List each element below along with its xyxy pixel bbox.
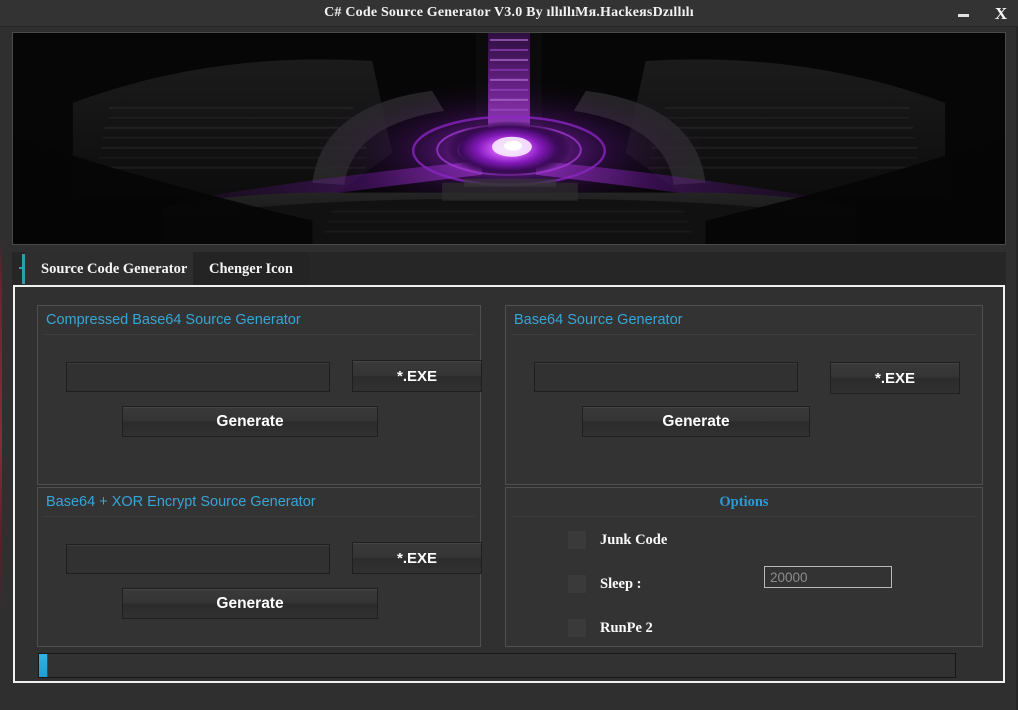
compressed-base64-browse-exe-button[interactable]: *.EXE [352, 360, 482, 392]
group-base64-xor: Base64 + XOR Encrypt Source Generator *.… [37, 487, 482, 647]
base64-xor-generate-label: Generate [216, 594, 284, 612]
tab-source-code-generator[interactable]: Source Code Generator [25, 252, 204, 286]
option-junk-code-checkbox[interactable] [568, 531, 586, 549]
group-base64-title: Base64 Source Generator [514, 312, 683, 328]
tab-strip: Source Code Generator Chenger Icon [12, 252, 1006, 286]
progress-bar-fill [39, 654, 49, 677]
minimize-icon [957, 14, 969, 17]
group-options-divider [512, 516, 976, 517]
base64-xor-browse-exe-label: *.EXE [396, 549, 438, 567]
group-compressed-base64-title: Compressed Base64 Source Generator [46, 312, 301, 328]
group-base64-xor-title: Base64 + XOR Encrypt Source Generator [46, 494, 316, 510]
option-runpe2-checkbox[interactable] [568, 619, 586, 637]
option-runpe2[interactable]: RunPe 2 [568, 619, 653, 637]
group-base64: Base64 Source Generator *.EXE Generate [505, 305, 983, 485]
tab-content-panel: Compressed Base64 Source Generator *.EXE… [13, 285, 1005, 683]
tab-source-code-generator-label: Source Code Generator [41, 260, 188, 277]
group-compressed-base64: Compressed Base64 Source Generator *.EXE… [37, 305, 482, 485]
progress-bar [38, 653, 956, 678]
option-junk-code-label: Junk Code [600, 531, 668, 548]
base64-browse-exe-button[interactable]: *.EXE [830, 362, 960, 394]
title-bar: C# Code Source Generator V3.0 By ıllıllı… [0, 0, 1018, 27]
compressed-base64-browse-exe-label: *.EXE [396, 367, 438, 385]
close-button[interactable]: X [990, 2, 1012, 24]
option-sleep-label: Sleep : [600, 575, 642, 592]
close-icon: X [994, 3, 1008, 23]
sleep-value-input[interactable] [764, 566, 892, 588]
base64-browse-exe-label: *.EXE [874, 369, 916, 387]
window-controls: X [952, 0, 1012, 26]
banner-artwork [13, 33, 1005, 244]
tab-chenger-icon-label: Chenger Icon [209, 260, 293, 277]
base64-xor-generate-button[interactable]: Generate [122, 588, 378, 619]
group-base64-divider [512, 334, 976, 335]
window-edge-accent-left [0, 0, 2, 710]
tab-chenger-icon[interactable]: Chenger Icon [193, 252, 309, 286]
sleep-value-input-field[interactable] [765, 567, 891, 587]
compressed-base64-path-input-field[interactable] [67, 363, 329, 391]
banner-image [12, 32, 1006, 245]
group-options: Options Junk Code Sleep : RunPe 2 [505, 487, 983, 647]
option-sleep[interactable]: Sleep : [568, 575, 641, 593]
compressed-base64-generate-button[interactable]: Generate [122, 406, 378, 437]
base64-xor-browse-exe-button[interactable]: *.EXE [352, 542, 482, 574]
option-junk-code[interactable]: Junk Code [568, 531, 667, 549]
window-title: C# Code Source Generator V3.0 By ıllıllı… [324, 5, 694, 20]
option-sleep-checkbox[interactable] [568, 575, 586, 593]
group-base64-xor-divider [44, 516, 474, 517]
base64-generate-button[interactable]: Generate [582, 406, 810, 437]
minimize-button[interactable] [952, 2, 974, 24]
group-compressed-base64-divider [44, 334, 474, 335]
base64-path-input[interactable] [534, 362, 798, 392]
compressed-base64-path-input[interactable] [66, 362, 330, 392]
app-window: C# Code Source Generator V3.0 By ıllıllı… [0, 0, 1018, 710]
active-tab-accent-nub [19, 267, 23, 269]
base64-generate-label: Generate [662, 412, 730, 430]
compressed-base64-generate-label: Generate [216, 412, 284, 430]
base64-xor-path-input-field[interactable] [67, 545, 329, 573]
base64-xor-path-input[interactable] [66, 544, 330, 574]
base64-path-input-field[interactable] [535, 363, 797, 391]
group-options-title: Options [719, 494, 769, 510]
option-runpe2-label: RunPe 2 [600, 619, 653, 636]
